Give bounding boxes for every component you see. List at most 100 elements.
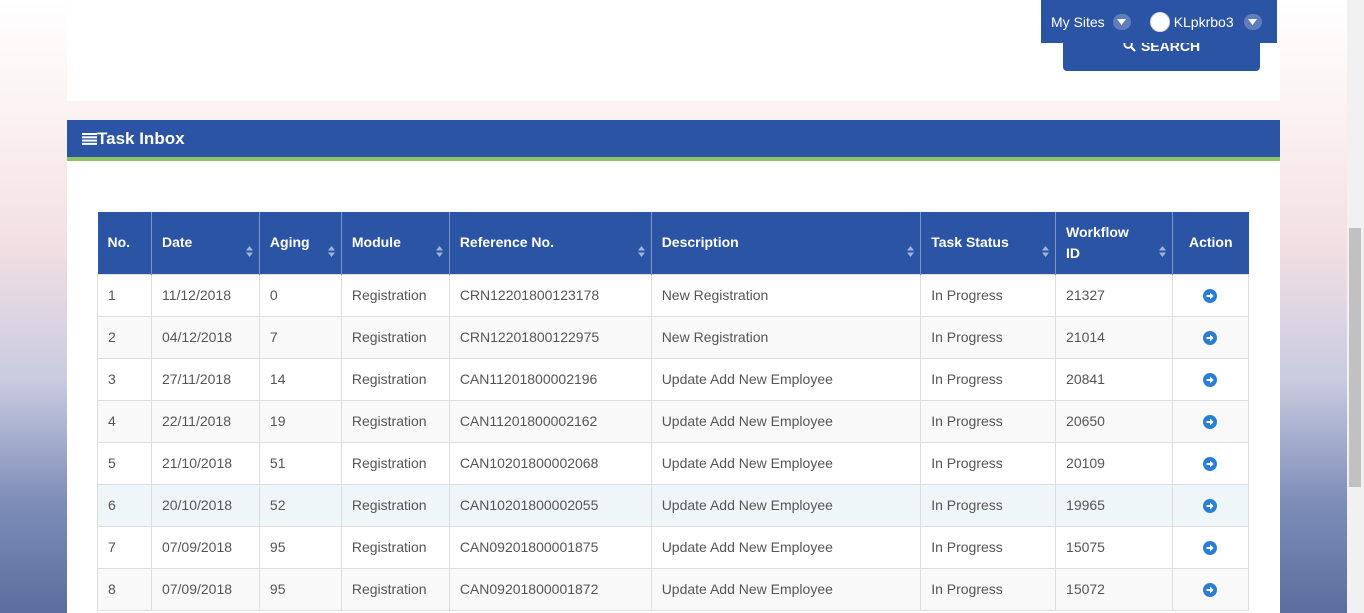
cell-action [1171,483,1250,527]
cell-module: Registration [340,483,450,527]
task-table: No. Date Aging Module Reference No. Desc… [97,212,1250,611]
column-header-task-status[interactable]: Task Status [920,212,1057,274]
cell-aging: 51 [258,441,342,485]
chevron-down-icon [1243,13,1262,30]
table-row: 7 07/09/2018 95 Registration CAN092018000018… [97,525,1250,569]
cell-action [1171,315,1250,359]
top-nav-bar: My Sites KLpkrbo3 [1041,0,1277,43]
avatar [1149,11,1170,32]
cell-module: Registration [340,525,450,569]
cell-aging: 52 [258,483,342,527]
column-header-reference-no[interactable]: Reference No. [449,212,652,274]
sort-icon [907,245,915,257]
sort-icon [1042,245,1050,257]
column-header-no[interactable]: No. [97,212,152,274]
sort-icon [1158,245,1166,257]
cell-task-status: In Progress [920,483,1057,527]
cell-no: 3 [97,357,152,401]
username: KLpkrbo3 [1173,13,1234,30]
cell-aging: 0 [258,273,342,317]
cell-reference-no: CAN11201800002162 [448,399,652,443]
sort-icon [435,245,443,257]
cell-date: 27/11/2018 [150,357,260,401]
cell-workflow-id: 15075 [1055,525,1173,569]
table-row: 5 21/10/2018 51 Registration CAN102018000020… [97,441,1250,485]
table-row: 6 20/10/2018 52 Registration CAN102018000020… [97,483,1250,527]
cell-task-status: In Progress [920,567,1057,611]
column-header-workflow-id[interactable]: Workflow ID [1055,212,1173,274]
cell-reference-no: CAN09201800001872 [448,567,652,611]
cell-module: Registration [340,567,450,611]
cell-description: Update Add New Employee [650,441,922,485]
sort-icon [637,245,645,257]
cell-date: 04/12/2018 [150,315,260,359]
user-menu[interactable]: KLpkrbo3 [1149,11,1262,32]
my-sites-label: My Sites [1051,13,1105,30]
arrow-circle-right-icon[interactable] [1203,457,1218,472]
table-header-row: No. Date Aging Module Reference No. Desc… [97,212,1249,274]
cell-date: 21/10/2018 [150,441,260,485]
task-inbox-title: Task Inbox [97,128,185,148]
cell-module: Registration [340,441,450,485]
table-row: 8 07/09/2018 95 Registration CAN092018000018… [97,567,1250,611]
cell-description: New Registration [650,273,922,317]
arrow-circle-right-icon[interactable] [1203,583,1218,598]
cell-no: 8 [97,567,152,611]
scrollbar-thumb[interactable] [1349,228,1361,487]
arrow-circle-right-icon[interactable] [1203,289,1218,304]
cell-task-status: In Progress [920,441,1057,485]
arrow-circle-right-icon[interactable] [1203,499,1218,514]
arrow-circle-right-icon[interactable] [1203,373,1218,388]
cell-workflow-id: 21327 [1055,273,1173,317]
cell-description: Update Add New Employee [650,399,922,443]
cell-task-status: In Progress [920,357,1057,401]
cell-reference-no: CRN12201800123178 [448,273,652,317]
cell-module: Registration [340,357,450,401]
arrow-circle-right-icon[interactable] [1203,415,1218,430]
cell-description: Update Add New Employee [650,567,922,611]
cell-no: 4 [97,399,152,443]
cell-workflow-id: 20109 [1055,441,1173,485]
vertical-scrollbar[interactable] [1347,0,1364,613]
table-row: 3 27/11/2018 14 Registration CAN112018000021… [97,357,1250,401]
cell-no: 6 [97,483,152,527]
cell-workflow-id: 20841 [1055,357,1173,401]
cell-no: 2 [97,315,152,359]
task-inbox-panel: Task Inbox No. Date Aging Module Referen… [67,120,1280,613]
arrow-circle-right-icon[interactable] [1203,541,1218,556]
my-sites-menu[interactable]: My Sites [1051,13,1131,30]
table-row: 4 22/11/2018 19 Registration CAN112018000021… [97,399,1250,443]
cell-reference-no: CRN12201800122975 [448,315,652,359]
cell-workflow-id: 21014 [1055,315,1173,359]
column-header-action: Action [1172,212,1249,274]
cell-reference-no: CAN09201800001875 [448,525,652,569]
cell-no: 5 [97,441,152,485]
cell-aging: 7 [258,315,342,359]
cell-module: Registration [340,273,450,317]
cell-description: Update Add New Employee [650,525,922,569]
cell-workflow-id: 19965 [1055,483,1173,527]
cell-description: Update Add New Employee [650,483,922,527]
column-header-description[interactable]: Description [651,212,922,274]
cell-workflow-id: 20650 [1055,399,1173,443]
column-header-aging[interactable]: Aging [259,212,342,274]
cell-aging: 95 [258,525,342,569]
cell-no: 1 [97,273,152,317]
arrow-circle-right-icon[interactable] [1203,331,1218,346]
cell-aging: 19 [258,399,342,443]
cell-action [1171,357,1250,401]
cell-reference-no: CAN10201800002068 [448,441,652,485]
sort-icon [327,245,335,257]
chevron-down-icon [1112,13,1131,30]
column-header-module[interactable]: Module [341,212,450,274]
table-row: 2 04/12/2018 7 Registration CRN1220180012297… [97,315,1250,359]
cell-action [1171,567,1250,611]
table-row: 1 11/12/2018 0 Registration CRN1220180012317… [97,273,1250,317]
cell-action [1171,399,1250,443]
cell-no: 7 [97,525,152,569]
column-header-date[interactable]: Date [151,212,260,274]
cell-action [1171,441,1250,485]
sort-icon [245,245,253,257]
cell-description: Update Add New Employee [650,357,922,401]
cell-action [1171,273,1250,317]
